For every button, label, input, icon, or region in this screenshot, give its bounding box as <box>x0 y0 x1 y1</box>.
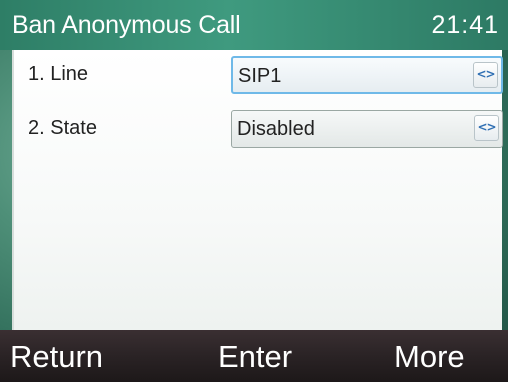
state-selector[interactable]: Disabled <> <box>231 110 503 148</box>
title-bar: Ban Anonymous Call 21:41 <box>0 0 508 50</box>
return-softkey[interactable]: Return <box>10 338 103 376</box>
setting-label-line: 1. Line <box>28 63 89 85</box>
left-right-arrows-icon[interactable]: <> <box>473 62 498 88</box>
settings-list: 1. Line SIP1 <> 2. State Disabled <> <box>12 50 503 330</box>
left-right-arrows-icon[interactable]: <> <box>474 115 499 141</box>
setting-label-state: 2. State <box>28 117 97 139</box>
phone-screen: Ban Anonymous Call 21:41 1. Line SIP1 <>… <box>0 0 508 382</box>
softkey-bar: Return Enter More <box>0 330 508 382</box>
page-title: Ban Anonymous Call <box>12 11 241 39</box>
clock: 21:41 <box>431 11 499 39</box>
setting-row-state: 2. State Disabled <> <box>14 110 503 148</box>
enter-softkey[interactable]: Enter <box>218 338 292 376</box>
line-value: SIP1 <box>238 65 282 87</box>
state-value: Disabled <box>237 118 315 140</box>
setting-row-line: 1. Line SIP1 <> <box>14 56 503 94</box>
line-selector[interactable]: SIP1 <> <box>231 56 503 94</box>
more-softkey[interactable]: More <box>394 338 465 376</box>
